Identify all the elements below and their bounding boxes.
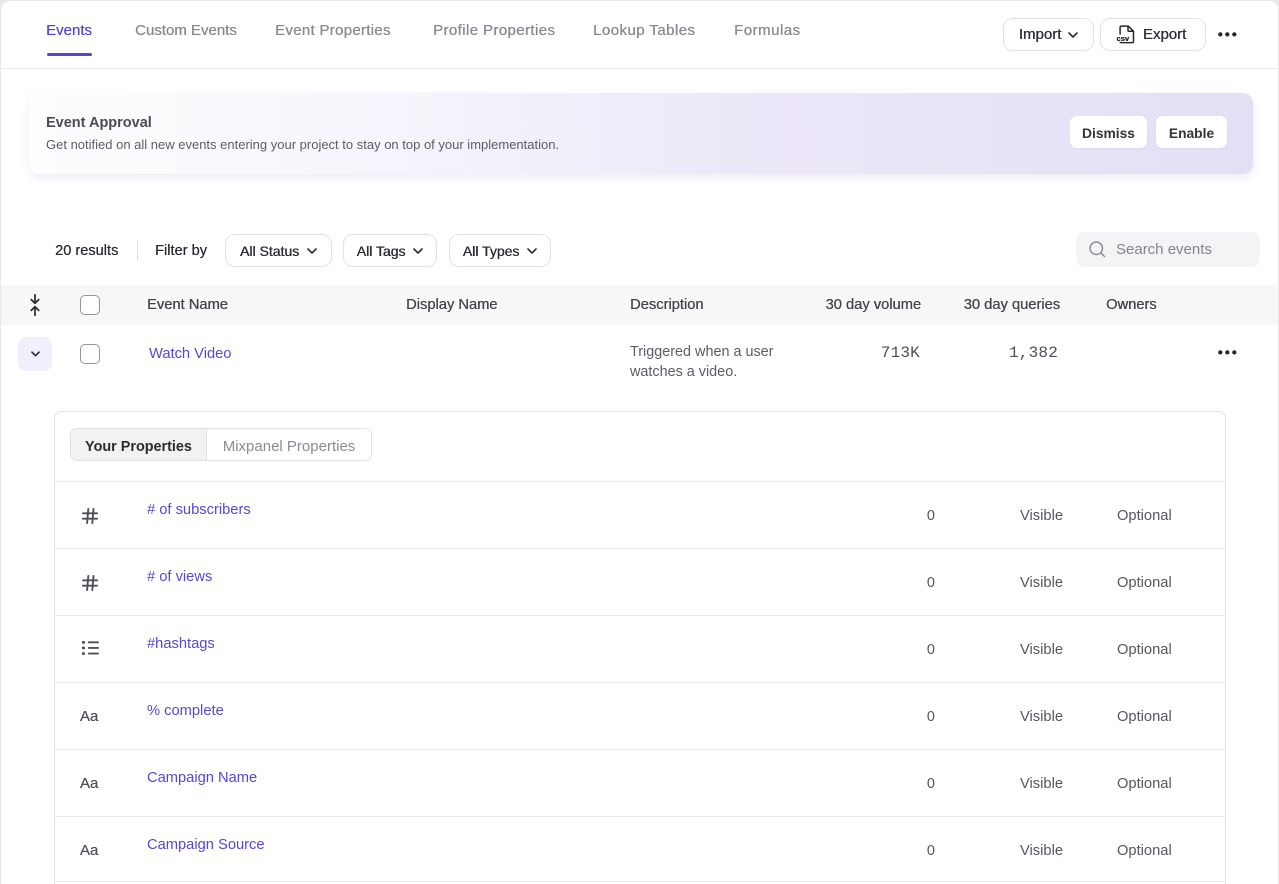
svg-text:csv: csv: [1116, 36, 1129, 44]
